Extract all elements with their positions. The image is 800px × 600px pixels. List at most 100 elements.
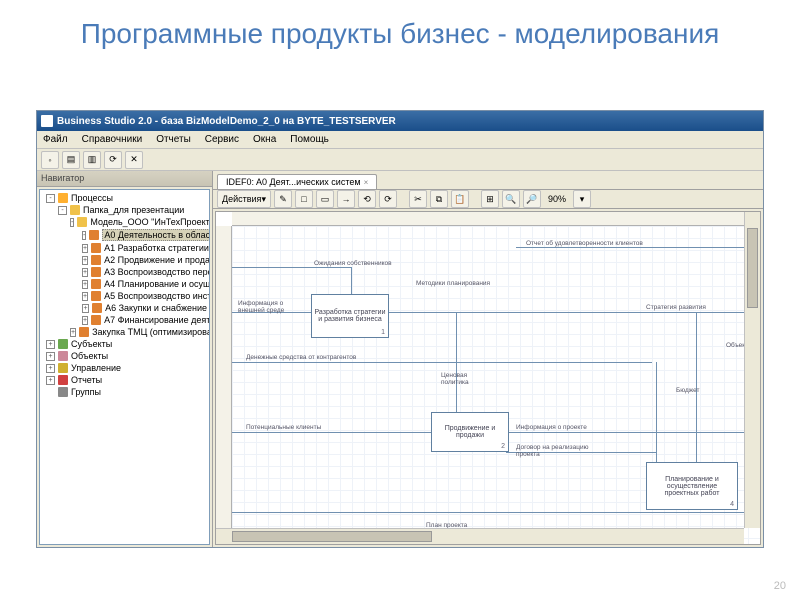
scrollbar-vertical[interactable] [744, 212, 760, 528]
toggle-icon[interactable]: + [46, 352, 55, 361]
zoom-value[interactable]: 90% [544, 194, 570, 204]
menu-directories[interactable]: Справочники [82, 134, 143, 145]
toggle-icon[interactable]: + [82, 268, 88, 277]
box-title: Продвижение и продажи [434, 425, 506, 439]
tab-label: IDEF0: A0 Деят...ических систем [226, 177, 361, 187]
arrow-label: Потенциальные клиенты [246, 424, 321, 431]
toggle-icon[interactable]: - [58, 206, 67, 215]
arrow-label: Ценовая политика [441, 372, 491, 386]
toolbar-button[interactable]: ✂ [409, 190, 427, 208]
arrow-label: Стратегия развития [646, 304, 706, 311]
ruler-horizontal [232, 212, 760, 226]
app-window: Business Studio 2.0 - база BizModelDemo_… [36, 110, 764, 548]
toolbar-button[interactable]: ▾ [573, 190, 591, 208]
tree-item: +A7 Финансирование деятельно [40, 314, 209, 326]
toggle-icon[interactable]: - [70, 218, 74, 227]
tree-item: +A2 Продвижение и продажи [40, 254, 209, 266]
toggle-icon[interactable]: - [46, 194, 55, 203]
menu-file[interactable]: Файл [43, 134, 68, 145]
diagram-box-3[interactable]: Планирование и осуществление проектных р… [646, 462, 738, 510]
navigator-tree[interactable]: -Процессы -Папка_для презентации -Модель… [39, 189, 210, 545]
tree-item: Группы [40, 386, 209, 398]
close-icon[interactable]: × [364, 178, 369, 187]
arrow-label: Отчет об удовлетворенности клиентов [526, 240, 643, 247]
arrow-label: Договор на реализацию проекта [516, 444, 596, 458]
tree-item: -Модель_ООО "ИнТехПроект" [40, 216, 209, 228]
toolbar-button[interactable]: ⟳ [104, 151, 122, 169]
toggle-icon[interactable]: + [70, 328, 76, 337]
navigator-panel: Навигатор -Процессы -Папка_для презентац… [37, 171, 213, 547]
menu-reports[interactable]: Отчеты [156, 134, 191, 145]
actions-button[interactable]: Действия ▾ [217, 190, 271, 208]
activity-icon [91, 243, 101, 253]
box-number: 1 [381, 329, 385, 336]
tree-item: +Управление [40, 362, 209, 374]
tree-item: +A6 Закупки и снабжение [40, 302, 209, 314]
box-title: Разработка стратегии и развития бизнеса [314, 309, 386, 323]
tab-idef0[interactable]: IDEF0: A0 Деят...ических систем × [217, 174, 377, 189]
diagram-box-1[interactable]: Разработка стратегии и развития бизнеса … [311, 294, 389, 338]
toolbar-button[interactable]: ▥ [83, 151, 101, 169]
tabbar: IDEF0: A0 Деят...ических систем × [213, 171, 763, 189]
activity-icon [91, 255, 101, 265]
toolbar-button[interactable]: ⟲ [358, 190, 376, 208]
scrollbar-horizontal[interactable] [216, 528, 744, 544]
toolbar-button[interactable]: 📋 [451, 190, 469, 208]
arrow-label: Информация о проекте [516, 424, 587, 431]
zoom-out-button[interactable]: 🔎 [523, 190, 541, 208]
box-title: Планирование и осуществление проектных р… [649, 476, 735, 497]
toolbar-button[interactable]: ⊞ [481, 190, 499, 208]
objects-icon [58, 351, 68, 361]
toggle-icon[interactable]: - [82, 231, 86, 240]
folder-icon [70, 205, 80, 215]
subjects-icon [58, 339, 68, 349]
arrow-label: Ожидания собственников [314, 260, 392, 267]
arrow-label: Методики планирования [416, 280, 490, 287]
tree-item: -Процессы [40, 192, 209, 204]
toolbar-button[interactable]: ◦ [41, 151, 59, 169]
zoom-in-button[interactable]: 🔍 [502, 190, 520, 208]
groups-icon [58, 387, 68, 397]
toggle-icon[interactable]: + [82, 304, 89, 313]
activity-icon [89, 230, 99, 240]
menu-service[interactable]: Сервис [205, 134, 239, 145]
toggle-icon[interactable]: + [82, 280, 88, 289]
window-title: Business Studio 2.0 - база BizModelDemo_… [57, 116, 396, 127]
tree-item: +A4 Планирование и осуществл [40, 278, 209, 290]
tree-item: +A3 Воспроизводство персонал [40, 266, 209, 278]
activity-icon [79, 327, 89, 337]
toolbar-button[interactable]: ▤ [62, 151, 80, 169]
titlebar[interactable]: Business Studio 2.0 - база BizModelDemo_… [37, 111, 763, 131]
toggle-icon[interactable]: + [46, 364, 55, 373]
tree-item: +Закупка ТМЦ (оптимизированная) [40, 326, 209, 338]
activity-icon [91, 267, 101, 277]
page-number: 20 [774, 580, 786, 592]
toolbar-button[interactable]: ✕ [125, 151, 143, 169]
arrow-label: Денежные средства от контрагентов [246, 354, 356, 361]
toolbar-button[interactable]: ▭ [316, 190, 334, 208]
toggle-icon[interactable]: + [46, 376, 55, 385]
diagram-box-2[interactable]: Продвижение и продажи 2 [431, 412, 509, 452]
folder-icon [77, 217, 87, 227]
menu-windows[interactable]: Окна [253, 134, 276, 145]
app-icon [41, 115, 53, 127]
toolbar-button[interactable]: ⧉ [430, 190, 448, 208]
activity-icon [91, 279, 101, 289]
toggle-icon[interactable]: + [82, 244, 88, 253]
toggle-icon[interactable]: + [46, 340, 55, 349]
tree-item: +Субъекты [40, 338, 209, 350]
arrow-label: Бюджет [676, 387, 700, 394]
toolbar-button[interactable]: → [337, 190, 355, 208]
toggle-icon[interactable]: + [82, 256, 88, 265]
tree-item: +A5 Воспроизводство инструме [40, 290, 209, 302]
toolbar-button[interactable]: □ [295, 190, 313, 208]
menu-help[interactable]: Помощь [290, 134, 329, 145]
toggle-icon[interactable]: + [82, 316, 88, 325]
arrow-label: Объек [726, 342, 745, 349]
toolbar-button[interactable]: ⟳ [379, 190, 397, 208]
diagram-canvas[interactable]: Разработка стратегии и развития бизнеса … [215, 211, 761, 545]
management-icon [58, 363, 68, 373]
toolbar-button[interactable]: ✎ [274, 190, 292, 208]
main-panel: IDEF0: A0 Деят...ических систем × Действ… [213, 171, 763, 547]
toggle-icon[interactable]: + [82, 292, 88, 301]
